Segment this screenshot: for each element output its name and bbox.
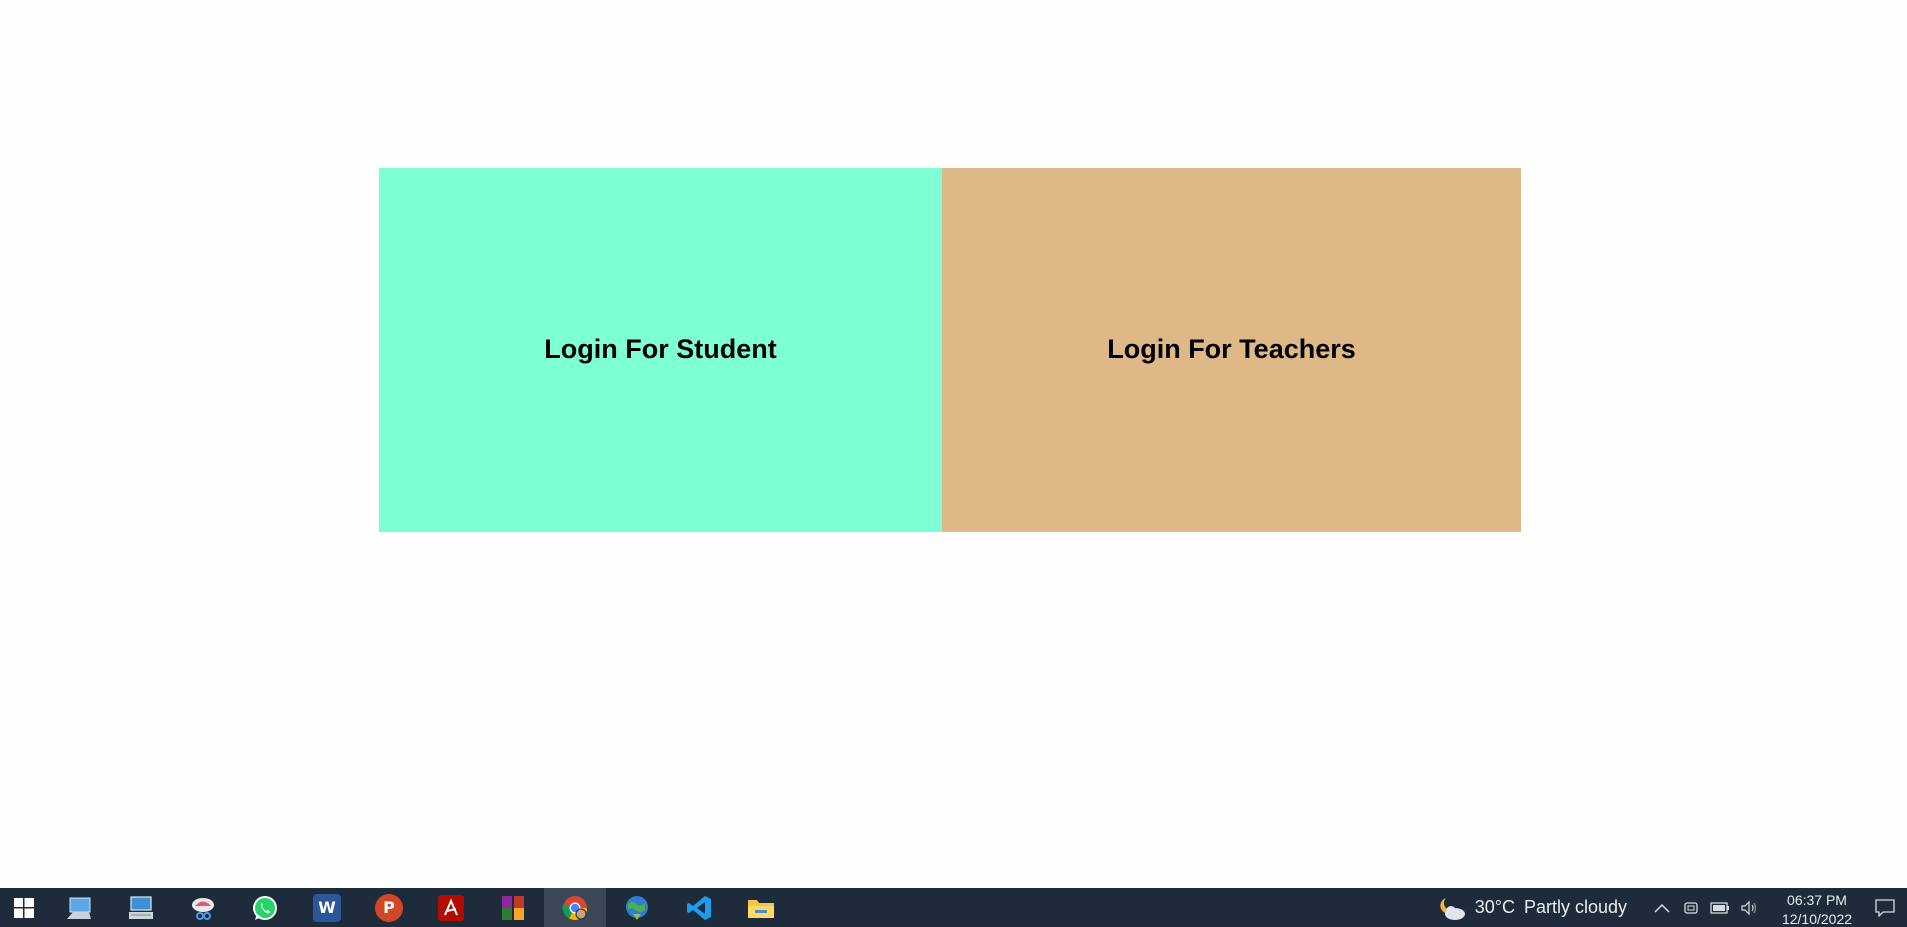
student-login-button[interactable]: Login For Student [379,168,942,532]
taskbar-snipping-tool[interactable] [172,888,234,927]
word-icon: W [313,893,341,922]
weather-condition: Partly cloudy [1523,897,1627,917]
vscode-icon [687,895,711,920]
whatsapp-icon [253,895,277,920]
show-hidden-icons-button[interactable] [1647,888,1676,927]
speaker-icon [1740,900,1756,915]
taskbar-vscode[interactable] [668,888,730,927]
computer-icon [67,897,91,919]
teacher-login-button[interactable]: Login For Teachers [942,168,1521,532]
taskbar-winrar[interactable] [482,888,544,927]
battery-icon [1709,901,1729,914]
meet-now-icon [1683,901,1698,914]
winrar-icon [502,895,524,920]
taskbar-whatsapp[interactable] [234,888,296,927]
folder-icon [748,899,774,918]
chevron-up-icon [1653,903,1670,913]
scissors-icon [192,897,214,920]
taskbar-download-manager[interactable] [606,888,668,927]
page: Login For Student Login For Teachers W P… [0,0,1907,927]
chrome-icon [562,895,587,920]
taskbar: W P 30°C Partly cloudy 06:37 PM 12/10/20… [0,888,1907,927]
notification-center-button[interactable] [1863,888,1907,927]
taskbar-chrome[interactable] [544,888,606,927]
keyboard-computer-icon [129,895,153,919]
clock-time: 06:37 PM [1787,892,1847,908]
taskbar-this-pc[interactable] [48,888,110,927]
taskbar-powerpoint[interactable]: P [358,888,420,927]
taskbar-acrobat[interactable] [420,888,482,927]
taskbar-control-panel[interactable] [110,888,172,927]
volume-button[interactable] [1734,888,1763,927]
partly-cloudy-night-icon [1440,897,1465,920]
weather-widget[interactable]: 30°C Partly cloudy [1437,895,1627,921]
globe-download-icon [626,895,648,920]
acrobat-icon [438,894,464,921]
taskbar-file-explorer[interactable] [730,888,792,927]
clock-date: 12/10/2022 [1781,911,1853,927]
battery-button[interactable] [1705,888,1734,927]
system-tray: 30°C Partly cloudy 06:37 PM 12/10/2022 [1437,888,1907,927]
teacher-login-label: Login For Teachers [1107,333,1356,364]
start-button[interactable] [0,888,48,927]
windows-logo-icon [14,897,34,918]
notification-icon [1875,898,1895,917]
powerpoint-icon: P [375,893,403,922]
login-options: Login For Student Login For Teachers [379,168,1521,532]
meet-now-button[interactable] [1676,888,1705,927]
clock[interactable]: 06:37 PM 12/10/2022 [1771,888,1863,927]
taskbar-word[interactable]: W [296,888,358,927]
student-login-label: Login For Student [544,333,777,364]
weather-temperature: 30°C [1474,897,1515,917]
